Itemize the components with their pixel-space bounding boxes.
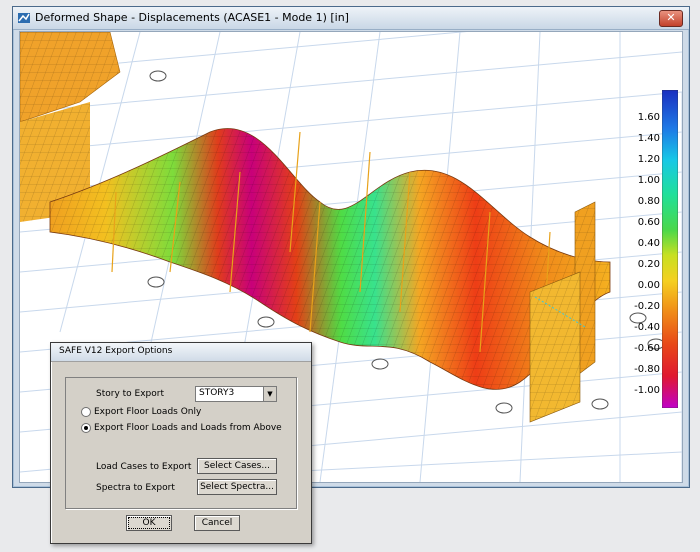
story-select-value: STORY3: [199, 388, 235, 398]
title-bar: Deformed Shape - Displacements (ACASE1 -…: [13, 7, 689, 30]
select-spectra-button[interactable]: Select Spectra...: [197, 479, 277, 495]
legend-tick: 0.20: [637, 259, 660, 270]
select-cases-button[interactable]: Select Cases...: [197, 458, 277, 474]
legend-tick: 0.00: [637, 280, 660, 291]
legend-tick: -1.00: [634, 385, 660, 396]
radio-floor-only[interactable]: [81, 407, 91, 417]
legend-tick: -0.80: [634, 364, 660, 375]
radio-floor-above-label[interactable]: Export Floor Loads and Loads from Above: [94, 423, 282, 433]
legend-tick: 0.60: [637, 217, 660, 228]
right-core-walls: [529, 201, 596, 423]
legend-tick: 1.40: [637, 133, 660, 144]
legend-tick: -0.40: [634, 322, 660, 333]
chevron-down-icon[interactable]: ▼: [263, 387, 276, 401]
ok-button[interactable]: OK: [126, 515, 172, 531]
close-button[interactable]: ✕: [659, 10, 683, 27]
dialog-title: SAFE V12 Export Options: [59, 346, 173, 356]
window-title: Deformed Shape - Displacements (ACASE1 -…: [35, 11, 349, 24]
dialog-title-bar: SAFE V12 Export Options: [51, 343, 311, 362]
cancel-button[interactable]: Cancel: [194, 515, 240, 531]
radio-floor-only-label[interactable]: Export Floor Loads Only: [94, 407, 201, 417]
legend-tick: 1.20: [637, 154, 660, 165]
legend-tick: 1.00: [637, 175, 660, 186]
legend-color-bar: [662, 90, 678, 408]
legend-tick: 0.80: [637, 196, 660, 207]
legend-tick: -0.20: [634, 301, 660, 312]
story-label: Story to Export: [96, 389, 164, 399]
app-icon: [18, 13, 30, 23]
spectra-label: Spectra to Export: [96, 483, 175, 493]
export-options-dialog: SAFE V12 Export Options: [50, 342, 312, 544]
story-select[interactable]: STORY3 ▼: [195, 386, 277, 402]
legend-tick: 0.40: [637, 238, 660, 249]
radio-floor-above[interactable]: [81, 423, 91, 433]
load-cases-label: Load Cases to Export: [96, 462, 192, 472]
legend-tick: -0.60: [634, 343, 660, 354]
color-legend: 1.60 1.40 1.20 1.00 0.80 0.60 0.40 0.20 …: [634, 90, 690, 410]
legend-tick: 1.60: [637, 112, 660, 123]
